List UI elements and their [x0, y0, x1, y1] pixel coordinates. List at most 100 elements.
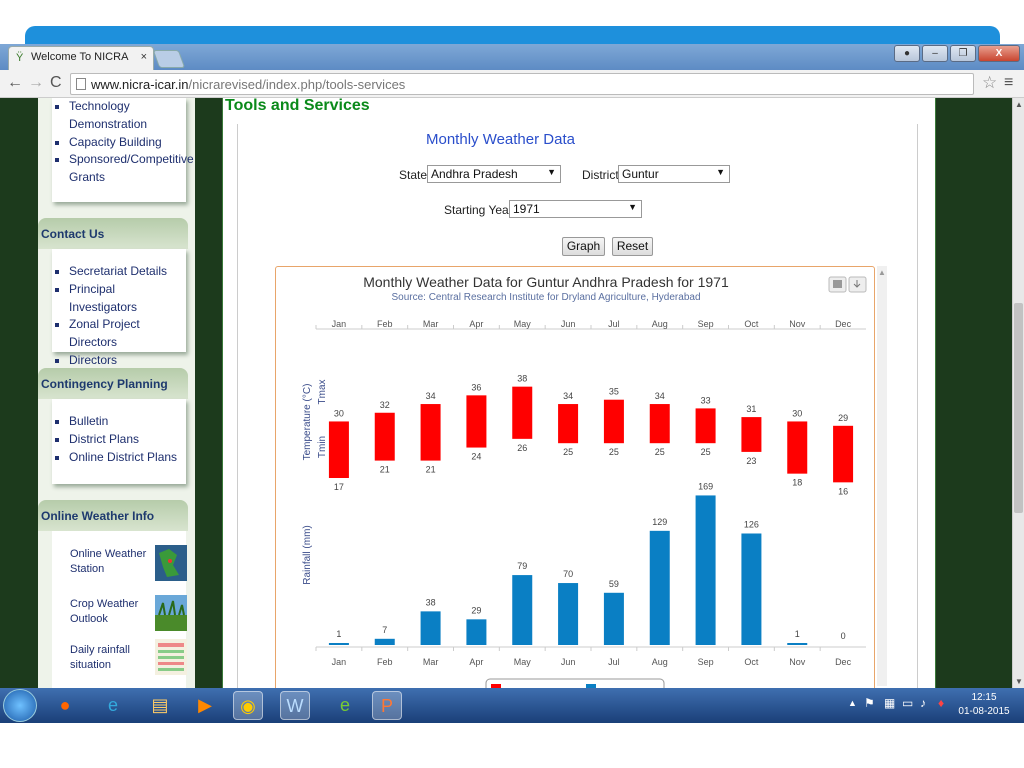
browser-tab[interactable]: Ÿ Welcome To NICRA × [8, 46, 154, 70]
menu-icon[interactable]: ≡ [1004, 74, 1013, 92]
sidebar-item-zonal-directors[interactable]: Zonal Project Directors [69, 316, 186, 352]
tmax-axis-label: Tmax [317, 380, 328, 405]
temperature-bar[interactable] [374, 412, 395, 461]
page-title: Tools and Services [225, 98, 370, 114]
sidebar-item-online-district-plans[interactable]: Online District Plans [69, 449, 186, 467]
download-icon[interactable] [848, 276, 867, 293]
bottom-tick-label: Jun [561, 657, 576, 667]
weather-item-station[interactable]: Online Weather Station [70, 547, 150, 577]
chart-scrollbar[interactable]: ▲ [877, 266, 887, 686]
media-player-icon[interactable]: ▶ [190, 691, 220, 720]
rainfall-label: 29 [471, 605, 481, 615]
scroll-down-icon[interactable]: ▼ [1015, 677, 1023, 686]
sidebar-item-bulletin[interactable]: Bulletin [69, 413, 186, 431]
chrome-icon[interactable]: ◉ [233, 691, 263, 720]
rainfall-bar[interactable] [741, 533, 762, 645]
temperature-bar[interactable] [787, 421, 808, 474]
weather-item-daily-rainfall[interactable]: Daily rainfall situation [70, 643, 150, 673]
top-tick-label: May [514, 319, 532, 329]
sidebar-item-secretariat[interactable]: Secretariat Details [69, 263, 186, 281]
temperature-bar[interactable] [695, 408, 716, 444]
display-icon[interactable]: ▭ [902, 696, 913, 710]
powerpoint-icon[interactable]: P [372, 691, 402, 720]
sidebar-item-district-plans[interactable]: District Plans [69, 431, 186, 449]
temperature-bar[interactable] [741, 417, 762, 452]
rainfall-bar[interactable] [787, 643, 808, 645]
bottom-tick-label: May [514, 657, 532, 667]
year-select[interactable]: 1971 ▼ [509, 200, 642, 218]
scroll-thumb[interactable] [1014, 303, 1023, 513]
scroll-up-icon[interactable]: ▲ [1015, 100, 1023, 109]
temperature-bar[interactable] [420, 404, 441, 461]
temperature-bar[interactable] [603, 399, 624, 444]
weather-item-crop-outlook[interactable]: Crop Weather Outlook [70, 597, 150, 627]
district-label: District [582, 168, 619, 182]
sidebar-item-investigators[interactable]: Principal Investigators [69, 281, 186, 317]
temperature-bar[interactable] [558, 404, 579, 444]
favicon-icon: Ÿ [16, 52, 24, 64]
start-button[interactable] [3, 689, 37, 722]
rainfall-bar[interactable] [420, 611, 441, 645]
rainfall-bar[interactable] [558, 583, 579, 645]
flag-icon[interactable]: ⚑ [864, 696, 875, 710]
close-tab-icon[interactable]: × [141, 51, 147, 63]
user-icon[interactable]: ● [894, 45, 920, 62]
clock[interactable]: 12:15 01-08-2015 [955, 691, 1013, 719]
network-icon[interactable]: ▦ [884, 696, 895, 710]
rainfall-bar[interactable] [695, 495, 716, 645]
app-e-icon[interactable]: e [330, 691, 360, 720]
volume-icon[interactable]: ♪ [920, 696, 926, 710]
url-input[interactable]: www.nicra-icar.in/nicrarevised/index.php… [70, 73, 974, 95]
bottom-tick-label: Jul [608, 657, 620, 667]
firefox-icon[interactable]: ● [50, 691, 80, 720]
show-hidden-icons[interactable]: ▲ [848, 698, 857, 708]
rainfall-bar[interactable] [603, 592, 624, 645]
scroll-up-icon: ▲ [878, 268, 886, 277]
crop-thumbnail-icon[interactable] [155, 595, 187, 631]
chart-legend [485, 678, 665, 688]
rainfall-thumbnail-icon[interactable] [155, 639, 187, 675]
temperature-bar[interactable] [466, 395, 487, 448]
maximize-button[interactable]: ❐ [950, 45, 976, 62]
reload-icon[interactable]: C [50, 74, 62, 92]
word-icon[interactable]: W [280, 691, 310, 720]
temperature-bar[interactable] [833, 425, 854, 483]
section-title: Monthly Weather Data [426, 131, 575, 148]
graph-button[interactable]: Graph [562, 237, 605, 256]
weather-box: Online Weather Station Crop Weather Outl… [52, 531, 187, 688]
rainfall-label: 79 [517, 561, 527, 571]
rainfall-bar[interactable] [328, 643, 349, 645]
temperature-bar[interactable] [512, 386, 533, 439]
temperature-bar[interactable] [649, 404, 670, 444]
security-icon[interactable]: ♦ [938, 696, 944, 710]
folder-icon[interactable]: ▤ [145, 691, 175, 720]
bookmark-star-icon[interactable]: ☆ [982, 73, 997, 93]
sidebar-item-technology-demonstration[interactable]: Technology Demonstration [69, 98, 159, 134]
temperature-bar[interactable] [328, 421, 349, 478]
rainfall-bar[interactable] [649, 530, 670, 645]
rainfall-label: 169 [698, 481, 713, 491]
tmax-label: 35 [609, 387, 619, 397]
sidebar-item-capacity-building[interactable]: Capacity Building [69, 134, 186, 152]
rainfall-bar[interactable] [374, 638, 395, 645]
rainfall-bar[interactable] [512, 575, 533, 645]
sidebar-item-sponsored-grants[interactable]: Sponsored/Competitive Grants [69, 151, 194, 187]
contact-box: Secretariat Details Principal Investigat… [52, 249, 186, 367]
print-icon[interactable] [828, 276, 847, 293]
rainfall-bar[interactable] [466, 619, 487, 645]
map-thumbnail-icon[interactable] [155, 545, 187, 581]
minimize-button[interactable]: – [922, 45, 948, 62]
district-select[interactable]: Guntur ▼ [618, 165, 730, 183]
tmax-label: 33 [701, 395, 711, 405]
internet-explorer-icon[interactable]: e [98, 691, 128, 720]
tmin-label: 25 [655, 447, 665, 457]
state-select[interactable]: Andhra Pradesh ▼ [427, 165, 561, 183]
close-window-button[interactable]: X [978, 45, 1020, 62]
forward-arrow-icon[interactable]: → [28, 74, 44, 92]
back-arrow-icon[interactable]: ← [7, 74, 23, 92]
page-scrollbar[interactable]: ▲ ▼ [1012, 98, 1024, 688]
contact-list: Secretariat Details Principal Investigat… [52, 263, 186, 370]
weather-heading: Online Weather Info [38, 500, 188, 531]
state-value: Andhra Pradesh [431, 167, 518, 181]
reset-button[interactable]: Reset [612, 237, 653, 256]
